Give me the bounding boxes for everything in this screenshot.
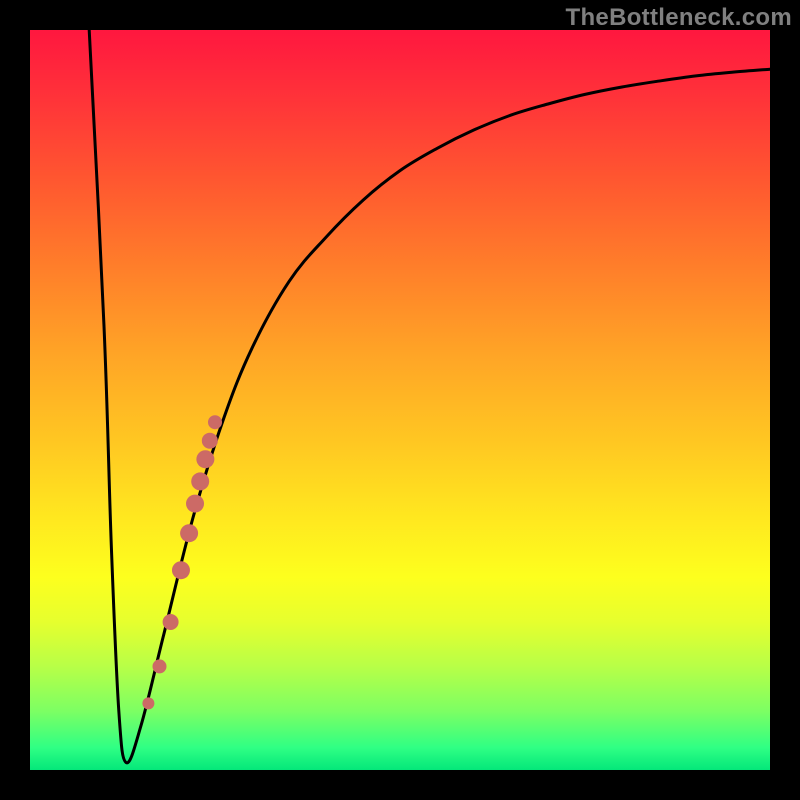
data-point	[196, 450, 214, 468]
data-point	[163, 614, 179, 630]
bottleneck-curve	[89, 30, 770, 763]
data-point	[153, 659, 167, 673]
chart-frame: TheBottleneck.com	[0, 0, 800, 800]
data-point	[186, 495, 204, 513]
data-point	[172, 561, 190, 579]
watermark-text: TheBottleneck.com	[566, 4, 792, 32]
data-point	[142, 697, 154, 709]
data-points	[142, 415, 222, 709]
curve-layer	[30, 30, 770, 770]
data-point	[191, 472, 209, 490]
plot-area	[30, 30, 770, 770]
data-point	[180, 524, 198, 542]
data-point	[202, 433, 218, 449]
data-point	[208, 415, 222, 429]
